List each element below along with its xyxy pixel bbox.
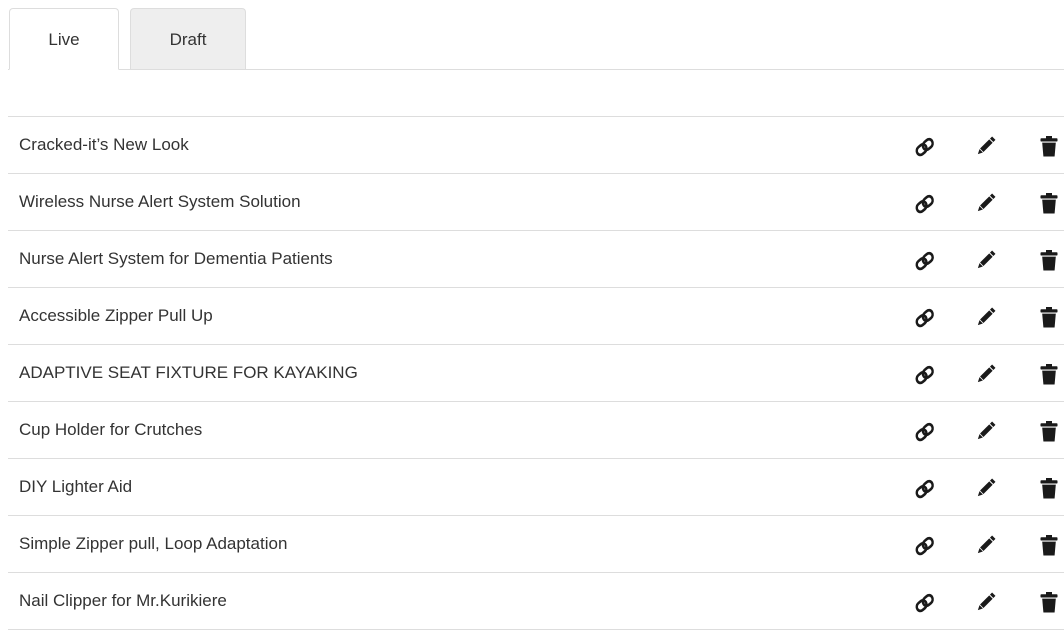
list-item: Accessible Zipper Pull Up [8,288,1064,345]
link-icon[interactable] [914,191,938,215]
item-title: Wireless Nurse Alert System Solution [19,192,301,211]
link-icon[interactable] [914,533,938,557]
trash-icon[interactable] [1037,191,1061,215]
item-title: Accessible Zipper Pull Up [19,306,213,325]
trash-icon[interactable] [1037,533,1061,557]
pencil-icon[interactable] [974,362,998,386]
trash-icon[interactable] [1037,134,1061,158]
tab-bar: Live Draft [0,0,1064,70]
list-item: Cup Holder for Crutches [8,402,1064,459]
link-icon[interactable] [914,305,938,329]
trash-icon[interactable] [1037,248,1061,272]
link-icon[interactable] [914,419,938,443]
list-item: Nurse Alert System for Dementia Patients [8,231,1064,288]
item-title: Cup Holder for Crutches [19,420,203,439]
pencil-icon[interactable] [974,305,998,329]
item-title: Simple Zipper pull, Loop Adaptation [19,534,288,553]
list-item: DIY Lighter Aid [8,459,1064,516]
tab-divider [8,69,1064,70]
trash-icon[interactable] [1037,476,1061,500]
pencil-icon[interactable] [974,533,998,557]
trash-icon[interactable] [1037,362,1061,386]
trash-icon[interactable] [1037,419,1061,443]
trash-icon[interactable] [1037,305,1061,329]
link-icon[interactable] [914,248,938,272]
link-icon[interactable] [914,590,938,614]
link-icon[interactable] [914,362,938,386]
list-item: Wireless Nurse Alert System Solution [8,174,1064,231]
item-title: DIY Lighter Aid [19,477,133,496]
item-title: Nurse Alert System for Dementia Patients [19,249,333,268]
link-icon[interactable] [914,476,938,500]
project-list: Cracked-it’s New Look Wireless Nurse Ale… [8,116,1064,630]
link-icon[interactable] [914,134,938,158]
list-item: Cracked-it’s New Look [8,117,1064,174]
pencil-icon[interactable] [974,590,998,614]
list-item: Nail Clipper for Mr.Kurikiere [8,573,1064,630]
tab-draft[interactable]: Draft [130,8,246,69]
item-title: ADAPTIVE SEAT FIXTURE FOR KAYAKING [19,363,358,382]
pencil-icon[interactable] [974,191,998,215]
pencil-icon[interactable] [974,248,998,272]
list-item: Simple Zipper pull, Loop Adaptation [8,516,1064,573]
item-title: Cracked-it’s New Look [19,135,189,154]
tab-live[interactable]: Live [9,8,119,70]
item-title: Nail Clipper for Mr.Kurikiere [19,591,227,610]
pencil-icon[interactable] [974,134,998,158]
trash-icon[interactable] [1037,590,1061,614]
list-item: ADAPTIVE SEAT FIXTURE FOR KAYAKING [8,345,1064,402]
pencil-icon[interactable] [974,476,998,500]
pencil-icon[interactable] [974,419,998,443]
